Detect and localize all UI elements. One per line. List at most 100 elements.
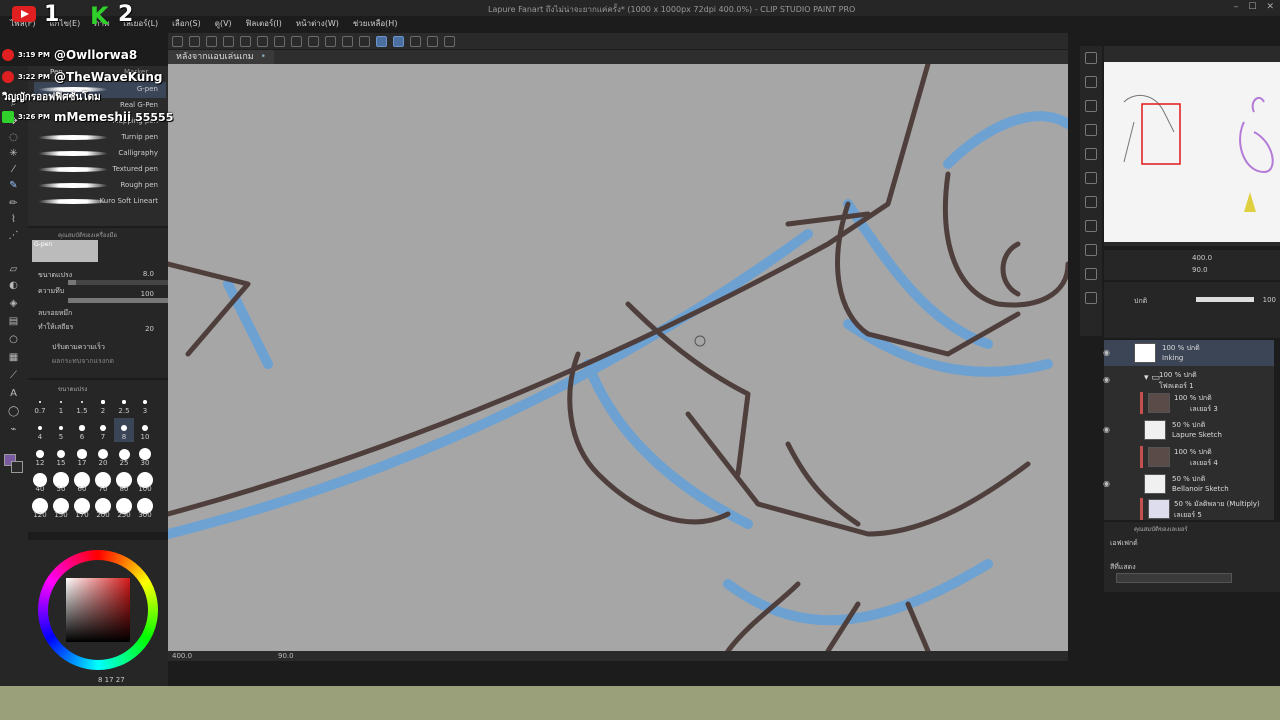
brush-icon[interactable]: ⌇ (8, 214, 19, 225)
ruler-icon[interactable] (427, 35, 438, 47)
brush-size-preset[interactable]: 50 (51, 470, 71, 494)
deselect-icon[interactable] (342, 35, 353, 47)
info-icon[interactable] (1085, 196, 1097, 208)
brush-size-slider[interactable] (68, 280, 168, 285)
frame-icon[interactable]: ▦ (8, 352, 19, 363)
layer-row[interactable]: 50 % มัลติพลาย (Multiply) เลเยอร์ 5 (1104, 496, 1274, 522)
brush-size-preset[interactable]: 1 (51, 392, 71, 416)
save-icon[interactable] (206, 35, 217, 47)
brush-size-preset[interactable]: 300 (135, 496, 155, 520)
brush-item[interactable]: Calligraphy (34, 146, 166, 162)
display-color-select[interactable] (1116, 573, 1232, 583)
snap-grid-icon[interactable] (393, 35, 404, 47)
brush-size-preset[interactable]: 20 (93, 444, 113, 468)
close-panel-icon[interactable] (1085, 76, 1097, 88)
snap-ruler-icon[interactable] (376, 35, 387, 47)
brush-size-preset[interactable]: 200 (93, 496, 113, 520)
lasso-icon[interactable]: ◌ (8, 132, 19, 143)
blend-mode-select[interactable]: ปกติ (1134, 296, 1147, 307)
layer-row[interactable]: ◉ 50 % ปกติ Bellanoir Sketch (1103, 471, 1274, 497)
animation-icon[interactable] (1085, 220, 1097, 232)
menu-help[interactable]: ช่วยเหลือ(H) (353, 17, 398, 29)
undo-icon[interactable] (240, 35, 251, 47)
settings-icon[interactable] (274, 35, 285, 47)
pencil-icon[interactable]: ✏ (8, 198, 19, 209)
brush-size-preset[interactable]: 7 (93, 418, 113, 442)
material-icon[interactable] (1085, 100, 1097, 112)
timeline-icon[interactable] (1085, 292, 1097, 304)
layer-opacity-value[interactable]: 100 (1263, 296, 1276, 304)
transform-icon[interactable] (308, 35, 319, 47)
brush-size-preset[interactable]: 25 (114, 444, 134, 468)
brush-size-preset[interactable]: 5 (51, 418, 71, 442)
brush-size-preset[interactable]: 8 (114, 418, 134, 442)
eraser-icon[interactable]: ▱ (8, 264, 19, 275)
brush-item[interactable]: Kuro Soft Lineart (34, 194, 166, 210)
balloon-icon[interactable]: ◯ (8, 406, 19, 417)
close-window-button[interactable]: ✕ (1266, 2, 1274, 12)
fill-tool-icon[interactable]: ◈ (8, 298, 19, 309)
search-icon[interactable] (1085, 52, 1097, 64)
eye-icon[interactable]: ◉ (1103, 348, 1110, 357)
stabilization-value[interactable]: 20 (145, 325, 154, 333)
gradient-icon[interactable]: ▤ (8, 316, 19, 327)
brush-size-preset[interactable]: 0.7 (30, 392, 50, 416)
zoom-value[interactable]: 400.0 (172, 652, 192, 660)
redo-icon[interactable] (257, 35, 268, 47)
eyedropper-icon[interactable]: ⁄ (8, 164, 19, 175)
brush-size-preset[interactable]: 120 (30, 496, 50, 520)
maximize-button[interactable]: ☐ (1248, 2, 1256, 12)
new-file-icon[interactable] (172, 35, 183, 47)
layer-row[interactable]: 100 % ปกติ เลเยอร์ 4 (1104, 444, 1274, 470)
eye-icon[interactable]: ◉ (1103, 479, 1110, 488)
navigator-zoom[interactable]: 400.0 (1192, 254, 1212, 262)
brush-item[interactable]: Textured pen (34, 162, 166, 178)
correct-line-icon[interactable]: ⌁ (8, 424, 19, 435)
drawing-canvas[interactable] (168, 64, 1068, 651)
snap-special-ruler-icon[interactable] (410, 35, 421, 47)
brush-size-value[interactable]: 8.0 (143, 270, 154, 278)
airbrush-icon[interactable]: ⋰ (8, 230, 19, 241)
layer-property-icon[interactable] (1085, 172, 1097, 184)
brush-size-preset[interactable]: 4 (30, 418, 50, 442)
pen-tool-icon[interactable]: ✎ (8, 180, 19, 191)
ruler-tool-icon[interactable]: ⟋ (8, 370, 19, 381)
history-icon[interactable] (1085, 148, 1097, 160)
angle-value[interactable]: 90.0 (278, 652, 294, 660)
brush-size-preset[interactable]: 15 (51, 444, 71, 468)
menu-select[interactable]: เลือก(S) (172, 17, 201, 29)
eye-icon[interactable]: ◉ (1103, 375, 1110, 384)
figure-icon[interactable]: ○ (8, 334, 19, 345)
blend-icon[interactable]: ◐ (8, 280, 19, 291)
layer-opacity-slider[interactable] (1196, 297, 1254, 302)
brush-size-preset[interactable]: 10 (135, 418, 155, 442)
brush-size-preset[interactable]: 70 (93, 470, 113, 494)
brush-size-preset[interactable]: 60 (72, 470, 92, 494)
layer-row[interactable]: ◉ 100 % ปกติ Inking (1103, 340, 1274, 366)
saturation-value-square[interactable] (66, 578, 130, 642)
sub-color-swatch[interactable] (11, 461, 23, 473)
brush-size-preset[interactable]: 250 (114, 496, 134, 520)
brush-size-preset[interactable]: 12 (30, 444, 50, 468)
text-icon[interactable]: A (8, 388, 19, 399)
navigator-angle[interactable]: 90.0 (1192, 266, 1208, 274)
export-icon[interactable] (223, 35, 234, 47)
navigator-preview[interactable] (1104, 62, 1280, 242)
open-file-icon[interactable] (189, 35, 200, 47)
brush-size-preset[interactable]: 80 (114, 470, 134, 494)
menu-window[interactable]: หน้าต่าง(W) (296, 17, 339, 29)
speed-checkbox-label[interactable]: ปรับตามความเร็ว (52, 342, 105, 353)
brush-size-preset[interactable]: 17 (72, 444, 92, 468)
brush-size-preset[interactable]: 150 (51, 496, 71, 520)
brush-item[interactable]: Turnip pen (34, 130, 166, 146)
brush-size-preset[interactable]: 6 (72, 418, 92, 442)
eye-icon[interactable]: ◉ (1103, 425, 1110, 434)
menu-view[interactable]: ดู(V) (215, 17, 232, 29)
menu-filter[interactable]: ฟิลเตอร์(I) (246, 17, 282, 29)
brush-size-preset[interactable]: 2 (93, 392, 113, 416)
canvas-tab[interactable]: หลังจากแอบเล่นเกม • (168, 50, 274, 64)
brush-size-preset[interactable]: 40 (30, 470, 50, 494)
brush-size-preset[interactable]: 3 (135, 392, 155, 416)
crop-icon[interactable] (359, 35, 370, 47)
layer-row[interactable]: 100 % ปกติ เลเยอร์ 3 (1104, 390, 1274, 416)
